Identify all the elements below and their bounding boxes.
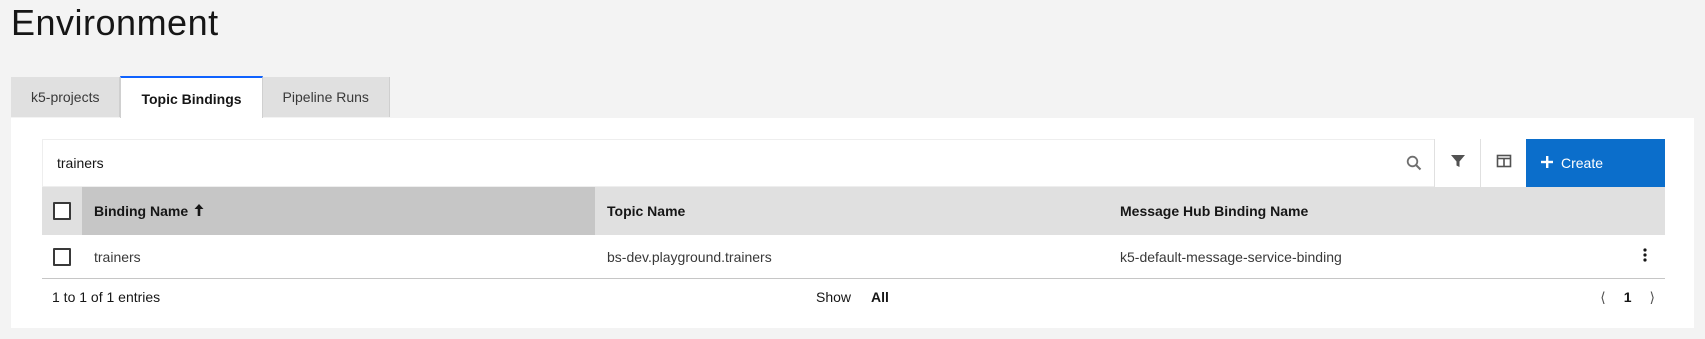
cell-hub-binding-name: k5-default-message-service-binding <box>1120 248 1342 265</box>
columns-icon <box>1496 153 1512 174</box>
column-header-topic-name[interactable]: Topic Name <box>595 203 1120 219</box>
plus-icon <box>1541 155 1553 171</box>
filter-icon <box>1450 153 1466 174</box>
tab-bar: k5-projects Topic Bindings Pipeline Runs <box>11 76 390 118</box>
column-label: Binding Name <box>94 203 189 219</box>
select-all-checkbox[interactable] <box>53 202 71 220</box>
table-row: trainers bs-dev.playground.trainers k5-d… <box>42 235 1665 279</box>
select-all-cell <box>42 187 82 235</box>
table-footer: 1 to 1 of 1 entries Show All ⟨ 1 ⟩ <box>42 279 1665 315</box>
page-size-all[interactable]: All <box>871 289 889 305</box>
row-select-cell <box>42 247 82 266</box>
columns-button[interactable] <box>1480 139 1526 187</box>
entries-count: 1 to 1 of 1 entries <box>52 289 161 305</box>
search-input[interactable] <box>43 140 1434 186</box>
create-button[interactable]: Create <box>1526 139 1665 187</box>
content-panel: Create Binding Name Topic Name Message H… <box>11 118 1694 328</box>
page-size-control: Show All <box>816 289 889 305</box>
tab-topic-bindings[interactable]: Topic Bindings <box>120 76 263 118</box>
filter-button[interactable] <box>1434 139 1480 187</box>
search-box <box>42 139 1434 187</box>
tab-pipeline-runs[interactable]: Pipeline Runs <box>262 77 390 117</box>
row-checkbox[interactable] <box>53 247 71 266</box>
table-toolbar: Create <box>42 139 1665 187</box>
next-page-icon[interactable]: ⟩ <box>1650 289 1655 306</box>
show-label: Show <box>816 289 852 305</box>
column-header-hub-binding-name[interactable]: Message Hub Binding Name <box>1120 203 1665 219</box>
column-header-binding-name[interactable]: Binding Name <box>82 187 595 235</box>
cell-binding-name: trainers <box>94 248 141 265</box>
sort-ascending-icon <box>194 203 204 219</box>
cell-topic-name: bs-dev.playground.trainers <box>607 248 772 265</box>
bindings-table: Binding Name Topic Name Message Hub Bind… <box>42 187 1665 315</box>
table-header: Binding Name Topic Name Message Hub Bind… <box>42 187 1665 235</box>
search-icon[interactable] <box>1406 155 1422 176</box>
create-label: Create <box>1561 155 1604 171</box>
page-title: Environment <box>11 2 219 43</box>
pagination: ⟨ 1 ⟩ <box>1600 289 1655 306</box>
overflow-menu-button[interactable] <box>1625 248 1665 265</box>
current-page[interactable]: 1 <box>1624 289 1632 305</box>
prev-page-icon[interactable]: ⟨ <box>1600 289 1605 306</box>
overflow-menu-icon <box>1643 248 1647 265</box>
tab-k5-projects[interactable]: k5-projects <box>11 77 121 117</box>
